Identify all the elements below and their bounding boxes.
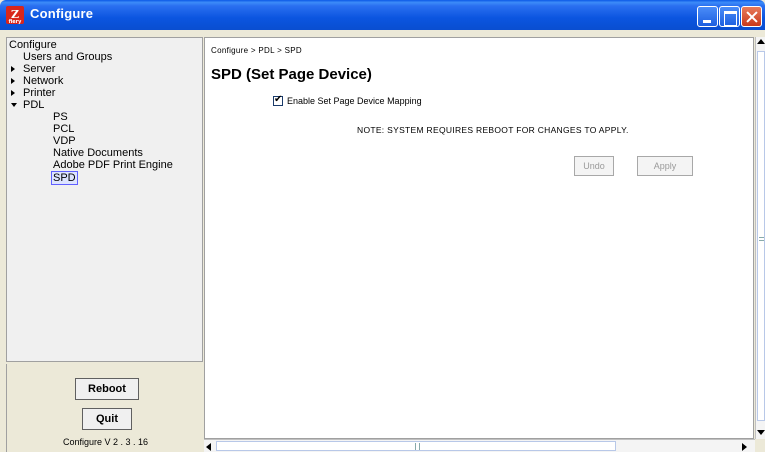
tree-item-pdl[interactable]: PDL xyxy=(11,99,44,111)
scroll-right-arrow-icon[interactable] xyxy=(742,443,747,451)
tree-item-ps[interactable]: PS xyxy=(53,111,68,123)
content-panel: Configure > PDL > SPD SPD (Set Page Devi… xyxy=(204,37,754,439)
tree-item-adobe-pdf-print-engine[interactable]: Adobe PDF Print Engine xyxy=(53,159,173,171)
quit-button[interactable]: Quit xyxy=(82,408,132,430)
enable-spd-mapping-label[interactable]: Enable Set Page Device Mapping xyxy=(287,96,422,106)
apply-button[interactable]: Apply xyxy=(637,156,693,176)
tree-item-label: PDL xyxy=(23,99,45,111)
tree-item-spd[interactable]: SPD xyxy=(51,171,78,186)
window-title: Configure xyxy=(30,6,94,21)
scroll-left-arrow-icon[interactable] xyxy=(206,443,211,451)
expand-arrow-right-icon[interactable] xyxy=(11,90,15,96)
tree-item-label: Users and Groups xyxy=(23,51,113,63)
reboot-button[interactable]: Reboot xyxy=(75,378,139,400)
tree-item-pcl[interactable]: PCL xyxy=(53,123,74,135)
tree-item-server[interactable]: Server xyxy=(11,63,55,75)
close-button[interactable] xyxy=(741,6,762,27)
navigation-tree-panel: Configure Users and Groups Server Networ… xyxy=(6,37,203,362)
tree-item-native-documents[interactable]: Native Documents xyxy=(53,147,143,159)
breadcrumb: Configure > PDL > SPD xyxy=(211,46,302,55)
title-bar[interactable]: Zfiery Configure xyxy=(0,0,765,30)
tree-item-label: Printer xyxy=(23,87,56,99)
version-label: Configure V 2 . 3 . 16 xyxy=(62,437,149,447)
maximize-button[interactable] xyxy=(719,6,740,27)
enable-spd-mapping-checkbox[interactable] xyxy=(273,94,283,106)
tree-item-network[interactable]: Network xyxy=(11,75,63,87)
left-footer: Reboot Quit Configure V 2 . 3 . 16 xyxy=(6,364,203,452)
vertical-scrollbar[interactable] xyxy=(755,37,765,439)
fiery-app-icon: Zfiery xyxy=(6,6,24,25)
expand-arrow-right-icon[interactable] xyxy=(11,66,15,72)
horizontal-scrollbar[interactable] xyxy=(204,439,755,452)
tree-item-label: Server xyxy=(23,63,56,75)
minimize-button[interactable] xyxy=(697,6,718,27)
reboot-note: NOTE: SYSTEM REQUIRES REBOOT FOR CHANGES… xyxy=(357,125,629,135)
vertical-scroll-thumb[interactable] xyxy=(757,51,765,421)
scrollbar-corner xyxy=(755,439,765,452)
tree-item-label: Network xyxy=(23,75,64,87)
configure-window: Zfiery Configure Configure Users and Gro… xyxy=(0,0,765,452)
expand-arrow-right-icon[interactable] xyxy=(11,78,15,84)
grip-icon xyxy=(415,443,420,450)
tree-item-users-and-groups[interactable]: Users and Groups xyxy=(23,51,112,63)
tree-item-vdp[interactable]: VDP xyxy=(53,135,76,147)
page-title: SPD (Set Page Device) xyxy=(211,66,372,83)
enable-spd-mapping-row[interactable]: Enable Set Page Device Mapping xyxy=(273,94,422,106)
tree-root-configure[interactable]: Configure xyxy=(9,39,57,51)
scroll-down-arrow-icon[interactable] xyxy=(757,430,765,435)
horizontal-scroll-thumb[interactable] xyxy=(216,441,616,451)
scroll-up-arrow-icon[interactable] xyxy=(757,39,765,44)
undo-button[interactable]: Undo xyxy=(574,156,614,176)
collapse-arrow-down-icon[interactable] xyxy=(11,103,17,107)
tree-item-printer[interactable]: Printer xyxy=(11,87,55,99)
app-icon-wordmark: fiery xyxy=(8,19,22,25)
grip-icon xyxy=(759,237,764,241)
